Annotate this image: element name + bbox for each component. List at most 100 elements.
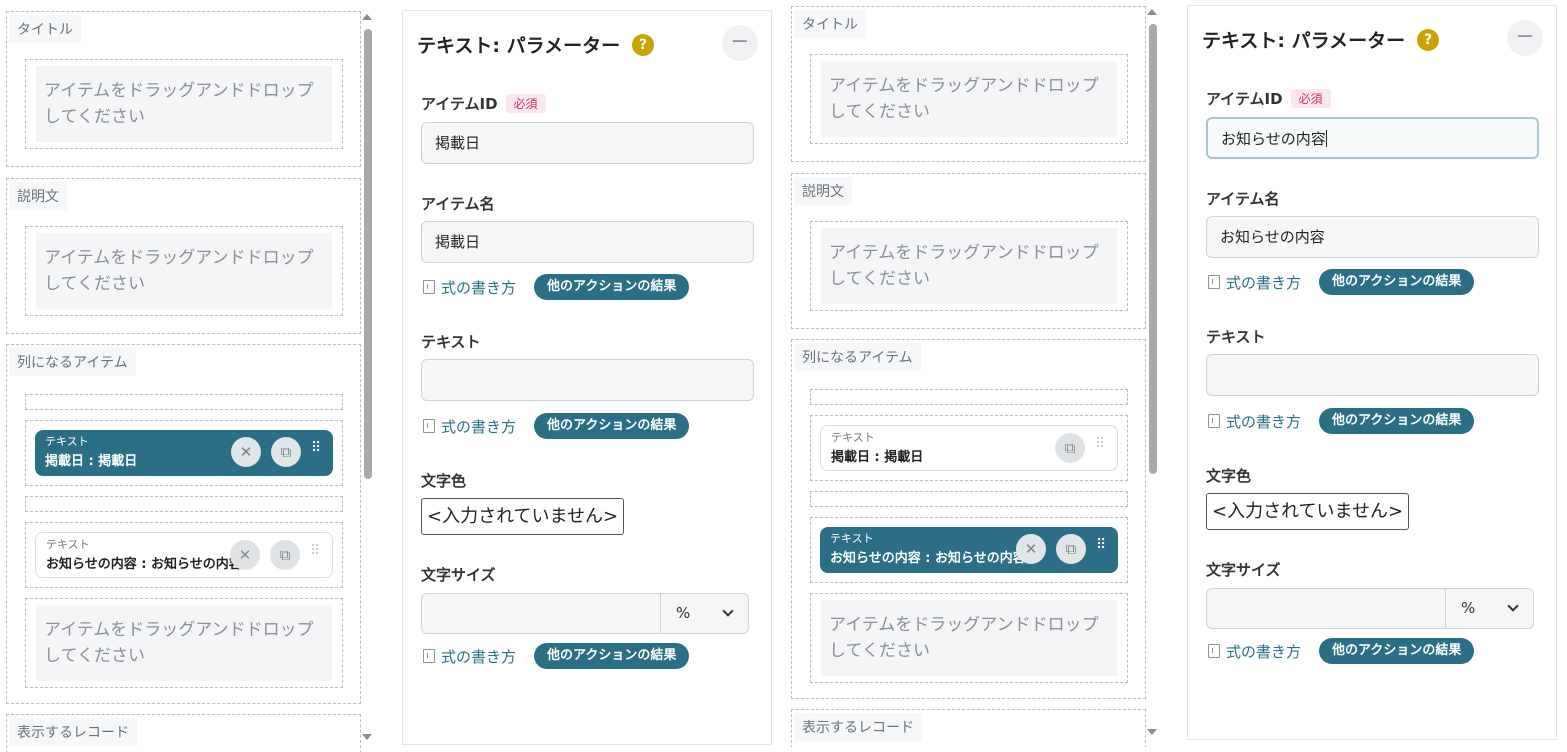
text-size-unit-select[interactable]: % [1446,588,1534,629]
drop-zone[interactable]: アイテムをドラッグアンドドロップしてください [25,59,343,149]
drop-placeholder: アイテムをドラッグアンドドロップしてください [821,600,1117,676]
editor-state-1: タイトル アイテムをドラッグアンドドロップしてください 説明文 アイテムをドラッ… [0,0,783,752]
scrollbar[interactable] [1146,7,1160,737]
item-id-input[interactable]: お知らせの内容 [1206,117,1539,159]
drop-zone[interactable]: アイテムをドラッグアンドドロップしてください [810,54,1128,144]
scrollbar-thumb[interactable] [364,29,372,479]
insert-slot[interactable] [25,496,343,512]
formula-link[interactable]: 式の書き方 [441,646,516,667]
formula-link[interactable]: 式の書き方 [1226,272,1301,293]
item-card[interactable]: テキスト 掲載日 : 掲載日 ⧉ ⠿ [820,425,1118,471]
text-size-field: % [1206,588,1534,629]
drag-handle-icon[interactable]: ⠿ [1095,437,1107,451]
other-actions-button[interactable]: 他のアクションの結果 [534,643,690,669]
item-card-selected[interactable]: テキスト 掲載日 : 掲載日 ✕ ⧉ ⠿ [35,430,333,476]
item-id-input[interactable]: 掲載日 [421,122,754,164]
formula-link[interactable]: 式の書き方 [1226,411,1301,432]
item-slot: テキスト 掲載日 : 掲載日 ⧉ ⠿ [810,415,1128,481]
scrollbar[interactable] [361,12,375,742]
drop-zone[interactable]: アイテムをドラッグアンドドロップしてください [810,593,1128,683]
delete-icon[interactable]: ✕ [231,437,261,467]
item-text: 掲載日 : 掲載日 [831,450,924,465]
text-size-input[interactable] [421,593,661,634]
scroll-down-icon[interactable] [1147,729,1157,735]
text-color-picker[interactable]: <入力されていません> [421,498,624,535]
help-icon[interactable]: ? [632,33,655,56]
drag-handle-icon[interactable]: ⠿ [310,544,322,558]
formula-link[interactable]: 式の書き方 [441,416,516,437]
scrollbar-thumb[interactable] [1149,24,1157,474]
panel-title-text: テキスト: パラメーター [1202,30,1406,52]
formula-help-row: 式の書き方 他のアクションの結果 [1208,269,1475,295]
item-name-input[interactable]: お知らせの内容 [1206,216,1539,258]
copy-icon[interactable]: ⧉ [271,437,301,467]
required-badge: 必須 [505,94,546,113]
area-records-label: 表示するレコード [9,718,137,746]
scroll-down-icon[interactable] [362,734,372,740]
delete-icon[interactable]: ✕ [1016,534,1046,564]
text-input[interactable] [421,359,754,401]
formula-link[interactable]: 式の書き方 [1226,641,1301,662]
other-actions-button[interactable]: 他のアクションの結果 [534,274,690,300]
insert-slot[interactable] [810,491,1128,507]
other-actions-button[interactable]: 他のアクションの結果 [534,413,690,439]
item-text: お知らせの内容 : お知らせの内容 [830,551,1026,566]
layout-area-list: タイトル アイテムをドラッグアンドドロップしてください 説明文 アイテムをドラッ… [785,0,1153,747]
area-records-label: 表示するレコード [794,713,922,741]
item-text: 掲載日 : 掲載日 [45,454,138,469]
area-title: タイトル アイテムをドラッグアンドドロップしてください [6,11,361,167]
area-records: 表示するレコード [6,714,361,752]
item-card[interactable]: テキスト お知らせの内容 : お知らせの内容 ✕ ⧉ ⠿ [35,532,333,578]
drop-placeholder: アイテムをドラッグアンドドロップしてください [821,61,1117,137]
item-id-label-text: アイテムID [1206,90,1283,108]
text-color-picker[interactable]: <入力されていません> [1206,493,1409,530]
area-title-label: タイトル [9,15,81,43]
formula-help-row: 式の書き方 他のアクションの結果 [1208,638,1475,664]
formula-help-row: 式の書き方 他のアクションの結果 [423,643,690,669]
help-icon[interactable]: ? [1417,28,1440,51]
drop-zone[interactable]: アイテムをドラッグアンドドロップしてください [810,221,1128,311]
area-description-label: 説明文 [794,177,852,205]
drop-zone[interactable]: アイテムをドラッグアンドドロップしてください [25,598,343,688]
text-color-label: 文字色 [421,472,467,490]
copy-icon[interactable]: ⧉ [270,540,300,570]
formula-link[interactable]: 式の書き方 [441,277,516,298]
collapse-button[interactable]: − [722,25,758,61]
document-icon [423,419,435,433]
item-name-input[interactable]: 掲載日 [421,221,754,263]
copy-icon[interactable]: ⧉ [1055,433,1085,463]
copy-icon[interactable]: ⧉ [1056,534,1086,564]
text-size-input[interactable] [1206,588,1446,629]
chevron-down-icon [1507,600,1519,612]
formula-help-row: 式の書き方 他のアクションの結果 [423,274,690,300]
insert-slot[interactable] [25,394,343,410]
editor-state-2: タイトル アイテムをドラッグアンドドロップしてください 説明文 アイテムをドラッ… [785,0,1567,752]
scroll-up-icon[interactable] [362,14,372,20]
collapse-button[interactable]: − [1507,20,1543,56]
other-actions-button[interactable]: 他のアクションの結果 [1319,269,1475,295]
required-badge: 必須 [1290,89,1331,108]
drop-zone[interactable]: アイテムをドラッグアンドドロップしてください [25,226,343,316]
document-icon [1208,414,1220,428]
text-size-unit-value: % [1461,599,1476,617]
item-card-selected[interactable]: テキスト お知らせの内容 : お知らせの内容 ✕ ⧉ ⠿ [820,527,1118,573]
text-input[interactable] [1206,354,1539,396]
text-size-unit-select[interactable]: % [661,593,749,634]
document-icon [423,280,435,294]
item-slot: テキスト お知らせの内容 : お知らせの内容 ✕ ⧉ ⠿ [25,522,343,588]
text-size-unit-value: % [676,604,691,622]
other-actions-button[interactable]: 他のアクションの結果 [1319,638,1475,664]
drag-handle-icon[interactable]: ⠿ [311,441,323,455]
drag-handle-icon[interactable]: ⠿ [1096,538,1108,552]
area-list-items-label: 列になるアイテム [9,348,136,376]
scroll-up-icon[interactable] [1147,9,1157,15]
insert-slot[interactable] [810,389,1128,405]
area-records: 表示するレコード [791,709,1146,747]
item-id-input-value: お知らせの内容 [1221,130,1326,148]
document-icon [423,649,435,663]
area-list-items: 列になるアイテム テキスト 掲載日 : 掲載日 ✕ ⧉ ⠿ テキスト お知らせの… [6,344,361,704]
item-name-label: アイテム名 [1206,190,1280,208]
delete-icon[interactable]: ✕ [230,540,260,570]
other-actions-button[interactable]: 他のアクションの結果 [1319,408,1475,434]
text-size-label: 文字サイズ [1206,561,1281,579]
